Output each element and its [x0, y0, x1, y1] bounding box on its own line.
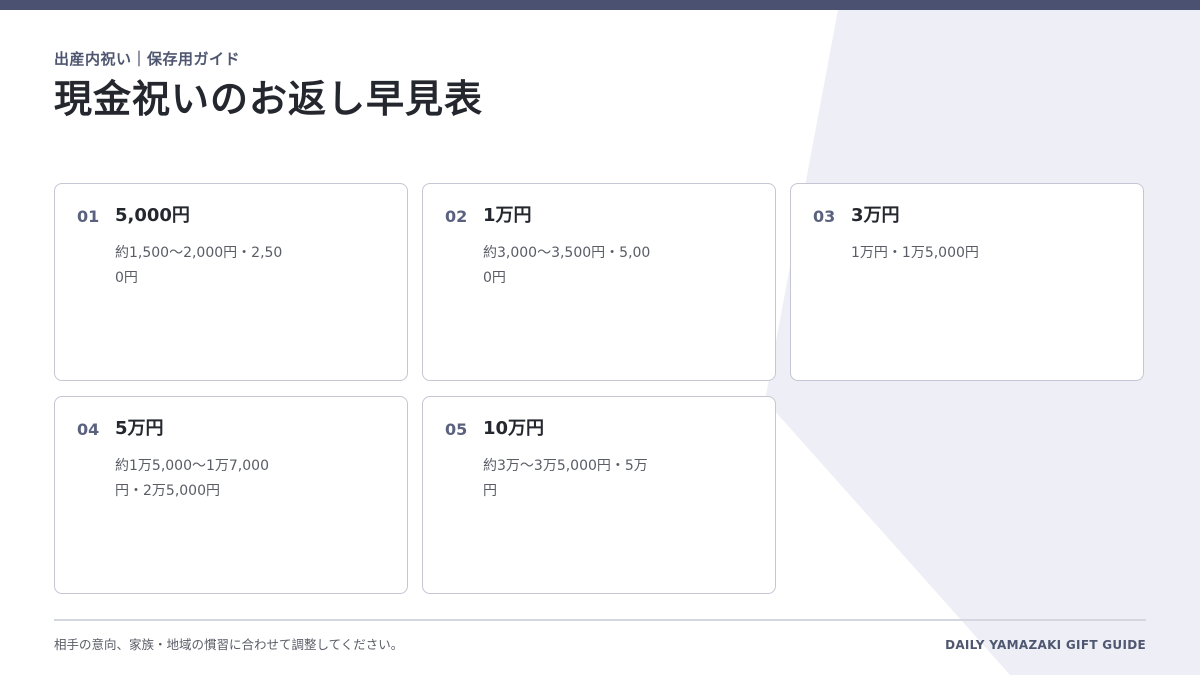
- card-amount: 3万円: [851, 205, 900, 226]
- card-amount: 5,000円: [115, 205, 190, 226]
- card-return-guide: 約1,500〜2,000円・2,500円: [115, 245, 283, 286]
- card-amount: 10万円: [483, 418, 545, 439]
- amount-card-02: 02 1万円 約3,000〜3,500円・5,000円: [422, 183, 776, 381]
- amount-card-01: 01 5,000円 約1,500〜2,000円・2,500円: [54, 183, 408, 381]
- card-amount: 5万円: [115, 418, 164, 439]
- card-return-guide: 約1万5,000〜1万7,000円・2万5,000円: [115, 458, 269, 499]
- amount-card-03: 03 3万円 1万円・1万5,000円: [790, 183, 1144, 381]
- card-return-guide: 約3,000〜3,500円・5,000円: [483, 245, 651, 286]
- footer-divider: [54, 619, 1146, 621]
- eyebrow-label: 出産内祝い｜保存用ガイド: [54, 50, 241, 68]
- amount-card-05: 05 10万円 約3万〜3万5,000円・5万円: [422, 396, 776, 594]
- amount-card-04: 04 5万円 約1万5,000〜1万7,000円・2万5,000円: [54, 396, 408, 594]
- brand-label: DAILY YAMAZAKI GIFT GUIDE: [945, 638, 1146, 652]
- card-number: 04: [77, 420, 100, 439]
- footer-note: 相手の意向、家族・地域の慣習に合わせて調整してください。: [54, 637, 404, 652]
- card-number: 02: [445, 207, 468, 226]
- card-amount: 1万円: [483, 205, 532, 226]
- page-title: 現金祝いのお返し早見表: [54, 77, 484, 121]
- card-number: 05: [445, 420, 468, 439]
- card-return-guide: 約3万〜3万5,000円・5万円: [483, 458, 648, 499]
- card-number: 03: [813, 207, 836, 226]
- header: 出産内祝い｜保存用ガイド 現金祝いのお返し早見表: [54, 48, 483, 124]
- card-number: 01: [77, 207, 100, 226]
- card-return-guide: 1万円・1万5,000円: [851, 245, 979, 261]
